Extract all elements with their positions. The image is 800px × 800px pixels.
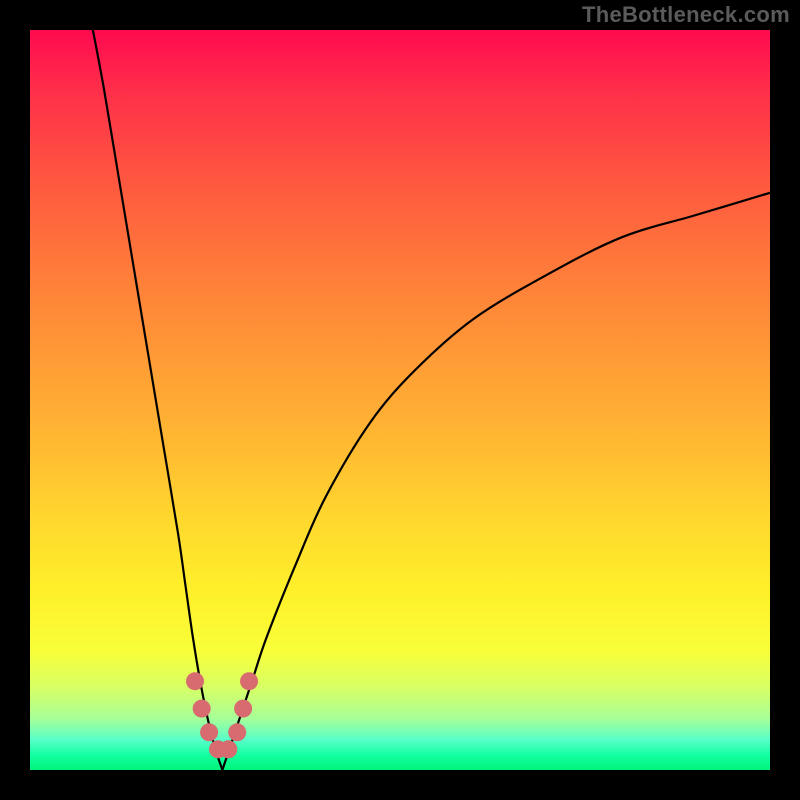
plot-area (30, 30, 770, 770)
curve-right-arm (222, 193, 770, 770)
notch-marker-dot (200, 723, 218, 741)
notch-marker-dot (228, 723, 246, 741)
notch-marker-group (186, 672, 258, 758)
notch-marker-dot (186, 672, 204, 690)
curve-layer (30, 30, 770, 770)
notch-marker-dot (193, 700, 211, 718)
watermark-text: TheBottleneck.com (582, 2, 790, 28)
notch-marker-dot (240, 672, 258, 690)
notch-marker-dot (234, 700, 252, 718)
notch-marker-dot (219, 740, 237, 758)
curve-left-arm (93, 30, 223, 770)
